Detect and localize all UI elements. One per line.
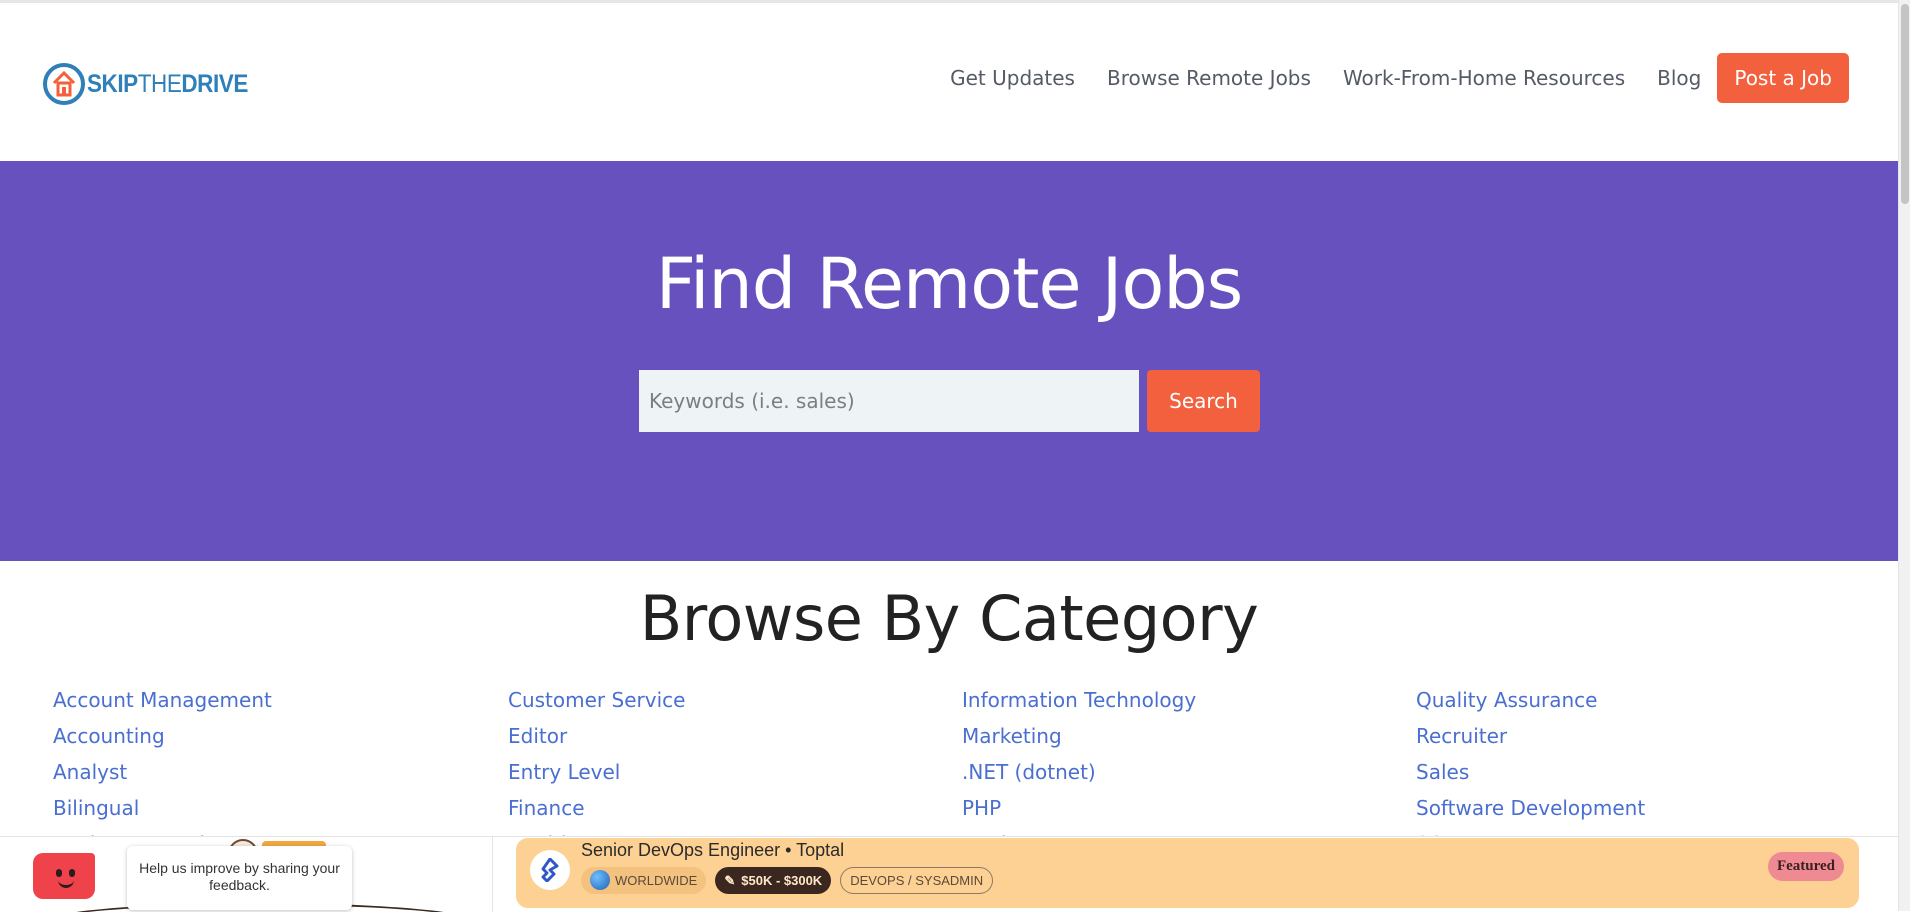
category-link[interactable]: .NET (dotnet) [962, 754, 1196, 790]
feedback-eye [69, 869, 75, 877]
keyword-search-input[interactable] [639, 370, 1139, 432]
category-link[interactable]: Sales [1416, 754, 1645, 790]
category-link[interactable]: Accounting [53, 718, 282, 754]
category-link[interactable]: Editor [508, 718, 685, 754]
category-column-1: Account Management Accounting Analyst Bi… [53, 682, 282, 862]
featured-job-card[interactable]: Senior DevOps Engineer • Toptal WORLDWID… [516, 838, 1859, 908]
category-column-4: Quality Assurance Recruiter Sales Softwa… [1416, 682, 1645, 862]
feedback-eye [56, 869, 62, 877]
globe-icon [590, 870, 610, 890]
job-title[interactable]: Senior DevOps Engineer • Toptal [581, 840, 844, 861]
category-link[interactable]: Marketing [962, 718, 1196, 754]
salary-label: $50K - $300K [741, 872, 823, 888]
category-tag: DEVOPS / SYSADMIN [840, 866, 994, 894]
category-link[interactable]: Recruiter [1416, 718, 1645, 754]
location-tag: WORLDWIDE [581, 866, 707, 894]
browse-by-category-title: Browse By Category [639, 582, 1259, 655]
job-tags: WORLDWIDE ✎ $50K - $300K DEVOPS / SYSADM… [581, 866, 1002, 894]
category-link[interactable]: Analyst [53, 754, 282, 790]
toptal-logo-icon [530, 850, 570, 890]
category-link[interactable]: Software Development [1416, 790, 1645, 826]
nav-get-updates[interactable]: Get Updates [950, 66, 1075, 90]
logo-skip: SKIP [87, 69, 138, 98]
house-logo-icon [43, 63, 85, 105]
category-column-3: Information Technology Marketing .NET (d… [962, 682, 1196, 862]
scrollbar-thumb[interactable] [1901, 4, 1909, 204]
logo-the: THE [137, 69, 182, 98]
category-link[interactable]: Customer Service [508, 682, 685, 718]
sticky-bottom-bar: Help us improve by sharing your feedback… [0, 836, 1898, 912]
logo-drive: DRIVE [181, 69, 248, 98]
featured-badge: Featured [1767, 852, 1844, 881]
feedback-prompt[interactable]: Help us improve by sharing your feedback… [127, 846, 352, 910]
nav-blog[interactable]: Blog [1657, 66, 1701, 90]
feedback-widget-icon[interactable] [33, 853, 95, 899]
feedback-mouth [58, 880, 74, 888]
category-link[interactable]: Entry Level [508, 754, 685, 790]
category-link[interactable]: Information Technology [962, 682, 1196, 718]
site-header: SKIPTHEDRIVE Get Updates Browse Remote J… [0, 3, 1898, 161]
category-link[interactable]: Bilingual [53, 790, 282, 826]
category-link[interactable]: Account Management [53, 682, 282, 718]
search-button[interactable]: Search [1147, 370, 1260, 432]
location-label: WORLDWIDE [615, 872, 698, 888]
hero-section: Find Remote Jobs Search [0, 161, 1898, 561]
nav-browse-remote-jobs[interactable]: Browse Remote Jobs [1107, 66, 1311, 90]
feedback-area: Help us improve by sharing your feedback… [0, 837, 493, 912]
money-icon: ✎ [724, 872, 736, 888]
post-a-job-button[interactable]: Post a Job [1717, 53, 1849, 103]
category-column-2: Customer Service Editor Entry Level Fina… [508, 682, 685, 862]
category-link[interactable]: PHP [962, 790, 1196, 826]
hero-title: Find Remote Jobs [655, 243, 1243, 325]
main-nav: Get Updates Browse Remote Jobs Work-From… [918, 53, 1849, 103]
page-scrollbar[interactable] [1898, 0, 1910, 911]
salary-tag: ✎ $50K - $300K [715, 866, 832, 894]
logo[interactable]: SKIPTHEDRIVE [43, 61, 266, 107]
nav-work-from-home-resources[interactable]: Work-From-Home Resources [1343, 66, 1625, 90]
logo-wordmark: SKIPTHEDRIVE [87, 70, 248, 99]
category-link[interactable]: Finance [508, 790, 685, 826]
category-link[interactable]: Quality Assurance [1416, 682, 1645, 718]
